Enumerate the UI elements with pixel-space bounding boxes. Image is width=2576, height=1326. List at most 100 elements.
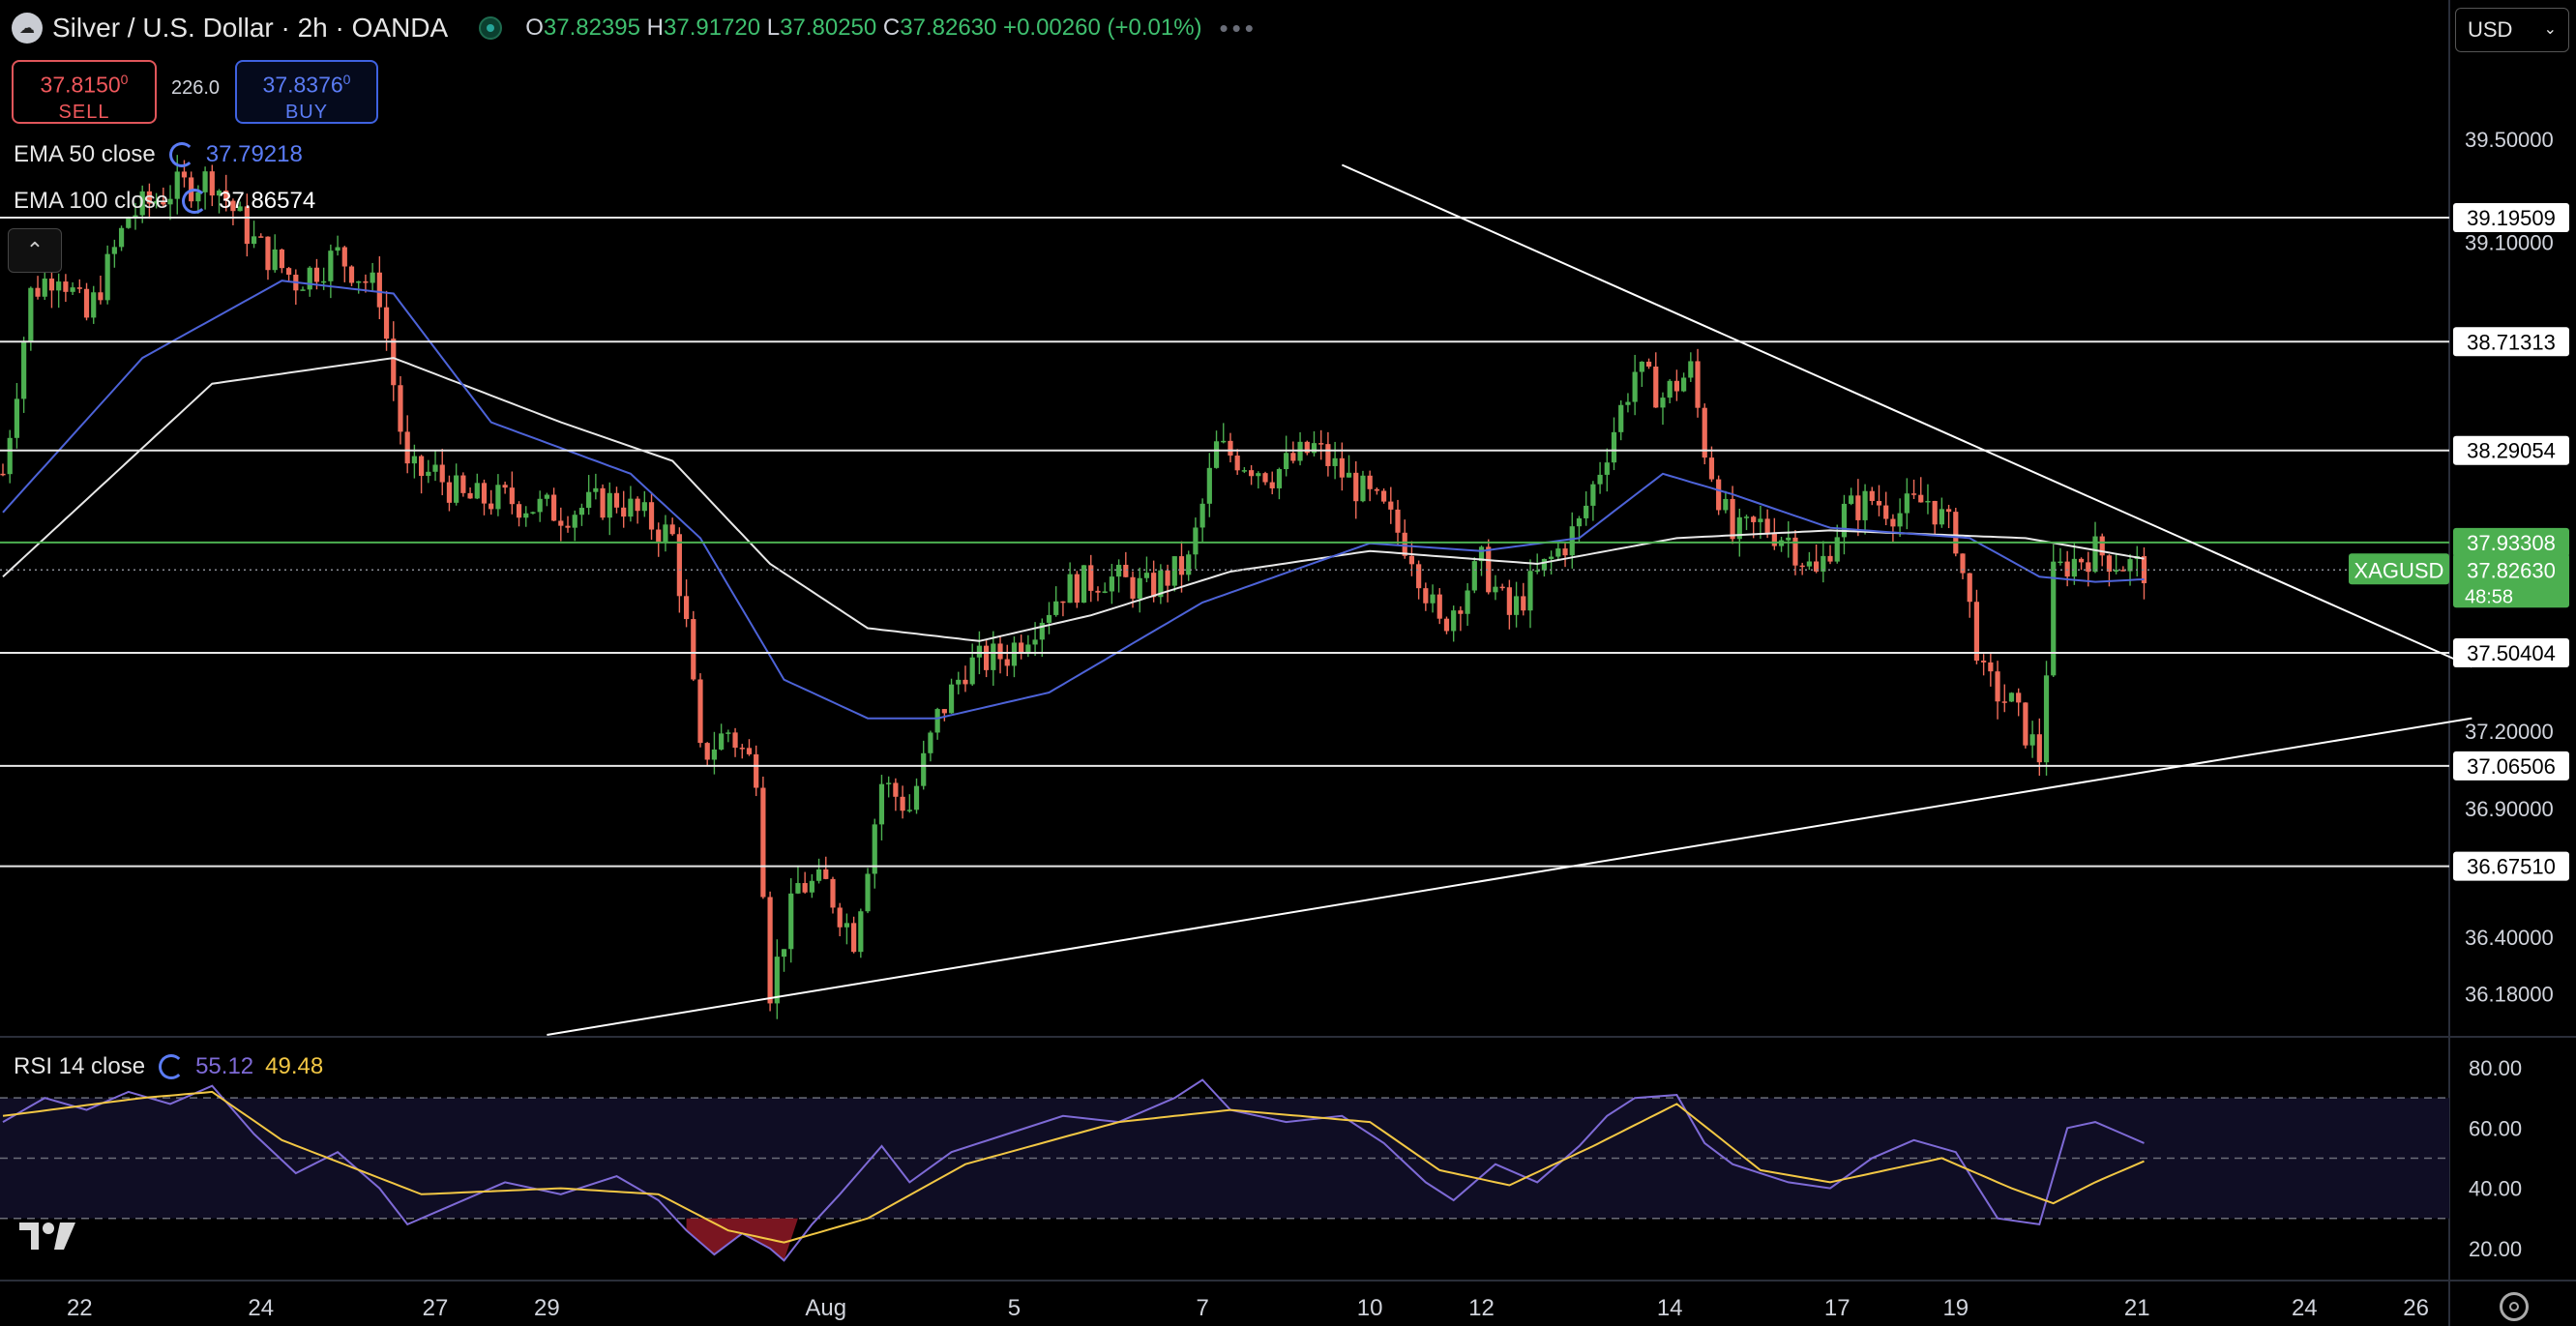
- level-tag-label: 38.71313: [2467, 330, 2556, 354]
- candle-body: [956, 679, 962, 685]
- candle-body: [300, 289, 306, 291]
- rsi-tick-label: 20.00: [2469, 1237, 2522, 1261]
- level-tag-label: 39.19509: [2467, 206, 2556, 230]
- candle-body: [1269, 482, 1275, 488]
- candle-body: [454, 475, 459, 503]
- candle-body: [370, 272, 375, 283]
- candle-body: [2106, 555, 2113, 573]
- candle-body: [558, 520, 564, 526]
- candle-body: [1925, 500, 1931, 503]
- candle-body: [1862, 490, 1868, 520]
- candle-body: [1346, 472, 1352, 478]
- more-dots-icon[interactable]: •••: [1220, 14, 1258, 44]
- rsi-legend[interactable]: RSI 14 close 55.12 49.48: [14, 1053, 323, 1080]
- candle-body: [1004, 659, 1010, 666]
- ema100-value: 37.86574: [219, 188, 316, 214]
- candle-body: [1374, 488, 1379, 491]
- settings-gear-icon[interactable]: [2500, 1292, 2529, 1321]
- candle-body: [328, 250, 334, 281]
- candle-body: [1799, 565, 1805, 568]
- candle-body: [1904, 493, 1910, 514]
- candle-body: [858, 911, 864, 953]
- candle-body: [98, 292, 104, 301]
- collapse-legend-button[interactable]: ⌃: [8, 228, 62, 273]
- candle-body: [1430, 594, 1436, 604]
- candle-body: [1771, 533, 1777, 546]
- candle-body: [941, 709, 947, 714]
- candle-body: [307, 267, 312, 290]
- candle-body: [2064, 561, 2070, 577]
- symbol-title[interactable]: Silver / U.S. Dollar · 2h · OANDA: [52, 13, 448, 44]
- candle-body: [1521, 596, 1526, 611]
- candle-body: [788, 893, 794, 950]
- candle-body: [886, 782, 892, 784]
- candle-body: [1339, 457, 1345, 478]
- candle-body: [2071, 558, 2077, 577]
- candle-body: [1256, 473, 1261, 477]
- ema100-legend[interactable]: EMA 100 close 37.86574: [14, 188, 315, 215]
- candle-body: [1165, 570, 1170, 586]
- bar-countdown-label: 48:58: [2465, 586, 2513, 607]
- candle-body: [635, 498, 640, 512]
- candle-body: [600, 487, 606, 518]
- candle-body: [258, 236, 264, 238]
- price-chart[interactable]: 39.19509 38.71313 38.29054 37.93308 37.50404…: [0, 0, 2576, 1326]
- candle-body: [1849, 495, 1854, 504]
- candle-body: [1436, 594, 1442, 619]
- candle-body: [1353, 472, 1359, 502]
- candle-body: [1730, 498, 1735, 540]
- candle-body: [1708, 457, 1715, 480]
- candle-body: [1380, 490, 1387, 502]
- candle-body: [781, 949, 787, 958]
- candle-body: [1095, 590, 1101, 593]
- candle-body: [1332, 457, 1338, 466]
- candle-body: [1143, 573, 1150, 578]
- candle-body: [1988, 662, 1994, 672]
- candle-body: [0, 473, 6, 476]
- ema50-legend[interactable]: EMA 50 close 37.79218: [14, 141, 303, 168]
- time-tick-label: 5: [1008, 1295, 1021, 1321]
- candle-body: [893, 782, 899, 797]
- horizontal-levels: [0, 217, 2449, 868]
- sell-button[interactable]: 37.81500 SELL: [12, 60, 157, 124]
- candle-body: [111, 247, 117, 254]
- candle-body: [398, 385, 403, 432]
- candle-body: [984, 645, 990, 670]
- candle-body: [1458, 610, 1464, 614]
- currency-select[interactable]: USD ⌄: [2455, 8, 2569, 52]
- candle-body: [1876, 500, 1882, 506]
- candle-body: [1897, 513, 1903, 527]
- candle-body: [1821, 555, 1826, 572]
- price-tick-label: 37.20000: [2465, 720, 2554, 744]
- candle-body: [913, 785, 920, 810]
- candle-body: [516, 504, 522, 518]
- tradingview-logo-icon[interactable]: [17, 1221, 77, 1252]
- candle-body: [641, 502, 647, 512]
- candle-body: [1890, 518, 1896, 527]
- candle-body: [669, 524, 675, 535]
- price-tick-label: 36.18000: [2465, 982, 2554, 1006]
- candle-body: [648, 502, 655, 530]
- candle-body: [719, 733, 725, 750]
- rsi-tick-label: 40.00: [2469, 1177, 2522, 1201]
- level-tag-label: 37.93308: [2467, 531, 2556, 555]
- loading-icon: [182, 189, 208, 214]
- candle-body: [1541, 558, 1548, 571]
- candle-body: [265, 236, 271, 271]
- candle-body: [1995, 671, 2000, 702]
- candle-body: [509, 487, 515, 505]
- candle-body: [341, 247, 347, 267]
- buy-button[interactable]: 37.83760 BUY: [235, 60, 378, 124]
- candle-body: [550, 494, 557, 521]
- candle-body: [1562, 548, 1568, 556]
- candle-body: [1660, 398, 1666, 408]
- candle-body: [815, 869, 822, 881]
- candle-body: [593, 487, 599, 492]
- candle-body: [348, 266, 355, 283]
- candle-body: [474, 483, 480, 499]
- candle-body: [1932, 500, 1938, 525]
- candle-body: [1213, 441, 1220, 468]
- candle-body: [1102, 591, 1108, 593]
- candle-body: [725, 732, 731, 734]
- candle-body: [878, 783, 885, 825]
